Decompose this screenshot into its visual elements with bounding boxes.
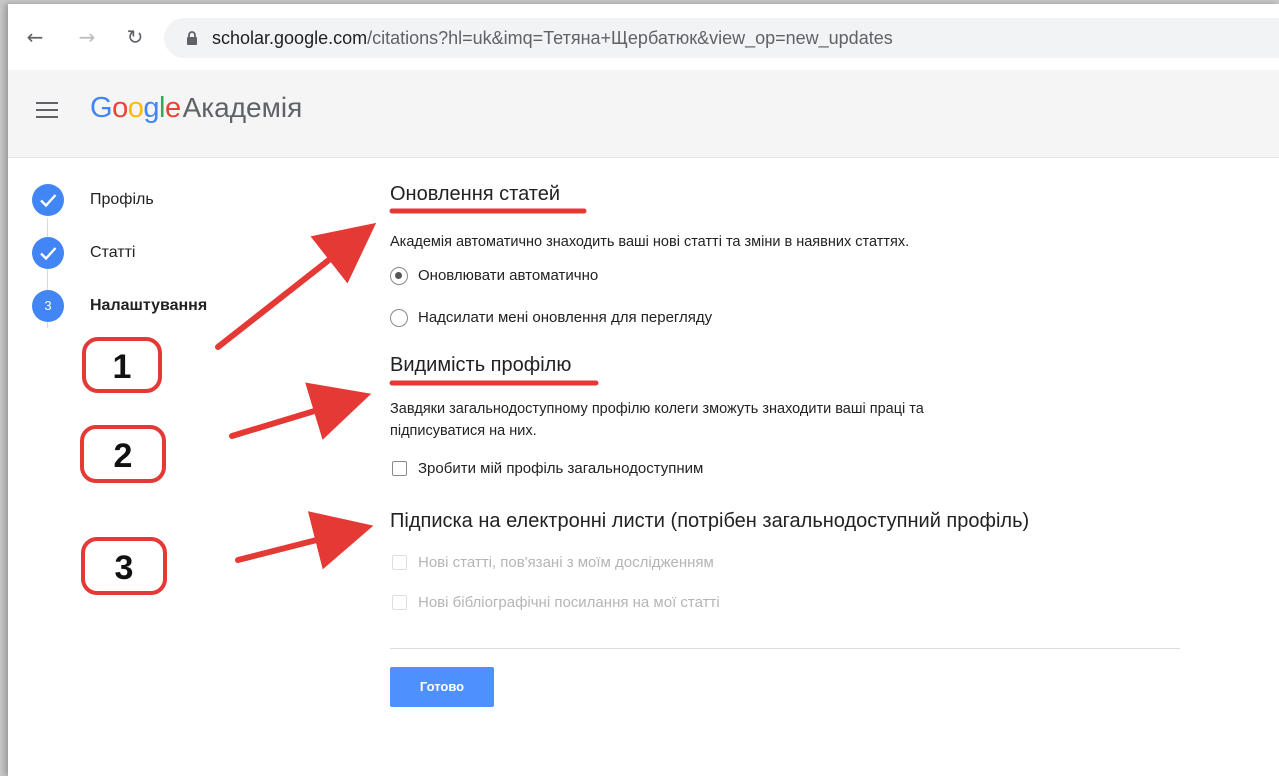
browser-toolbar: ← → ↻ scholar.google.com/citations?hl=uk… <box>8 4 1279 70</box>
address-bar[interactable]: scholar.google.com/citations?hl=uk&imq=Т… <box>164 18 1279 58</box>
logo-google-text: Google <box>90 92 181 124</box>
arrow-1 <box>215 222 377 350</box>
radio-button[interactable] <box>390 309 408 327</box>
radio-button[interactable] <box>390 267 408 285</box>
step-label: Статті <box>90 244 136 261</box>
done-button[interactable]: Готово <box>390 667 494 707</box>
visibility-description-line1: Завдяки загальнодоступному профілю колег… <box>390 401 924 417</box>
step-label: Налаштування <box>90 297 208 314</box>
annotation-number-1: 1 <box>113 348 132 386</box>
radio-update-automatically[interactable]: Оновлювати автоматично <box>390 267 690 287</box>
arrow-left-icon[interactable]: ← <box>22 24 48 50</box>
section-title-email: Підписка на електронні листи (потрібен з… <box>390 510 1030 532</box>
logo-letter: e <box>164 92 181 124</box>
app-header: GoogleАкадемія <box>8 70 1279 158</box>
annotation-box-3 <box>81 537 167 595</box>
section-title-updates: Оновлення статей <box>390 183 561 205</box>
divider <box>390 648 1180 649</box>
annotation-number-2: 2 <box>114 437 133 475</box>
logo-suffix: Академія <box>182 92 303 123</box>
checkbox-label: Зробити мій профіль загальнодоступним <box>418 460 704 477</box>
arrow-right-icon[interactable]: → <box>74 24 100 50</box>
step-number: 3 <box>32 290 64 322</box>
check-icon <box>32 237 64 269</box>
checkbox[interactable] <box>392 461 407 476</box>
checkbox[interactable] <box>392 595 407 610</box>
checkbox-label: Нові статті, пов'язані з моїм дослідженн… <box>418 554 714 571</box>
checkbox-new-citations[interactable]: Нові бібліографічні посилання на мої ста… <box>390 594 810 614</box>
checkbox-label: Нові бібліографічні посилання на мої ста… <box>418 594 720 611</box>
arrow-2 <box>229 382 372 440</box>
radio-send-for-review[interactable]: Надсилати мені оновлення для перегляду <box>390 309 810 329</box>
arrow-3 <box>235 511 374 570</box>
logo-letter: g <box>143 92 159 124</box>
check-icon <box>32 184 64 216</box>
radio-label: Надсилати мені оновлення для перегляду <box>418 309 713 326</box>
checkbox-make-public[interactable]: Зробити мій профіль загальнодоступним <box>390 460 810 480</box>
annotation-box-2 <box>80 425 166 483</box>
lock-icon <box>187 31 197 45</box>
url-domain: scholar.google.com <box>212 28 368 48</box>
browser-window: ← → ↻ scholar.google.com/citations?hl=uk… <box>8 4 1279 776</box>
annotation-box-1 <box>82 337 162 393</box>
section-title-visibility: Видимість профілю <box>390 354 572 376</box>
google-scholar-logo[interactable]: GoogleАкадемія <box>90 92 302 125</box>
logo-letter: o <box>112 92 128 124</box>
radio-label: Оновлювати автоматично <box>418 267 599 284</box>
logo-letter: G <box>90 92 113 124</box>
logo-letter: o <box>127 92 144 124</box>
reload-icon[interactable]: ↻ <box>122 24 148 50</box>
updates-description: Академія автоматично знаходить ваші нові… <box>390 234 910 250</box>
visibility-description-line2: підписуватися на них. <box>390 423 537 439</box>
checkbox[interactable] <box>392 555 407 570</box>
step-label: Профіль <box>90 191 154 208</box>
url-text: scholar.google.com/citations?hl=uk&imq=Т… <box>212 28 893 49</box>
annotation-number-3: 3 <box>115 549 134 587</box>
checkbox-new-articles[interactable]: Нові статті, пов'язані з моїм дослідженн… <box>390 554 810 574</box>
url-path: /citations?hl=uk&imq=Тетяна+Щербатюк&vie… <box>367 28 893 48</box>
menu-icon[interactable] <box>36 102 58 120</box>
